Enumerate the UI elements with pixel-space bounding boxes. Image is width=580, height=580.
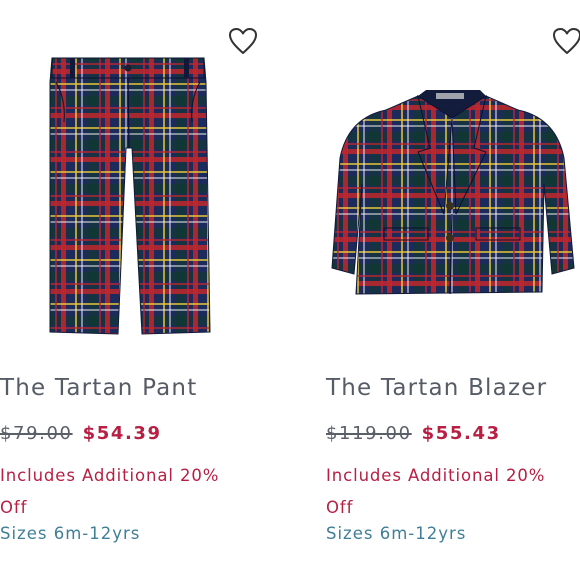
product-title[interactable]: The Tartan Pant [0, 375, 197, 401]
price-row: $119.00 $55.43 [326, 423, 501, 444]
heart-outline-icon[interactable] [550, 24, 580, 58]
price-row: $79.00 $54.39 [0, 423, 162, 444]
original-price: $79.00 [0, 423, 73, 444]
heart-outline-icon[interactable] [226, 24, 260, 58]
promo-text: Includes Additional 20% Off [0, 466, 220, 517]
original-price: $119.00 [326, 423, 412, 444]
sale-price: $54.39 [82, 423, 162, 444]
sizes-text: Sizes 6m-12yrs [0, 524, 141, 543]
sizes-text: Sizes 6m-12yrs [326, 524, 467, 543]
sale-price: $55.43 [421, 423, 501, 444]
tartan-pant-image[interactable] [44, 52, 214, 342]
tartan-blazer-image[interactable] [326, 88, 580, 300]
promo-text: Includes Additional 20% Off [326, 466, 546, 517]
product-title[interactable]: The Tartan Blazer [326, 375, 547, 401]
